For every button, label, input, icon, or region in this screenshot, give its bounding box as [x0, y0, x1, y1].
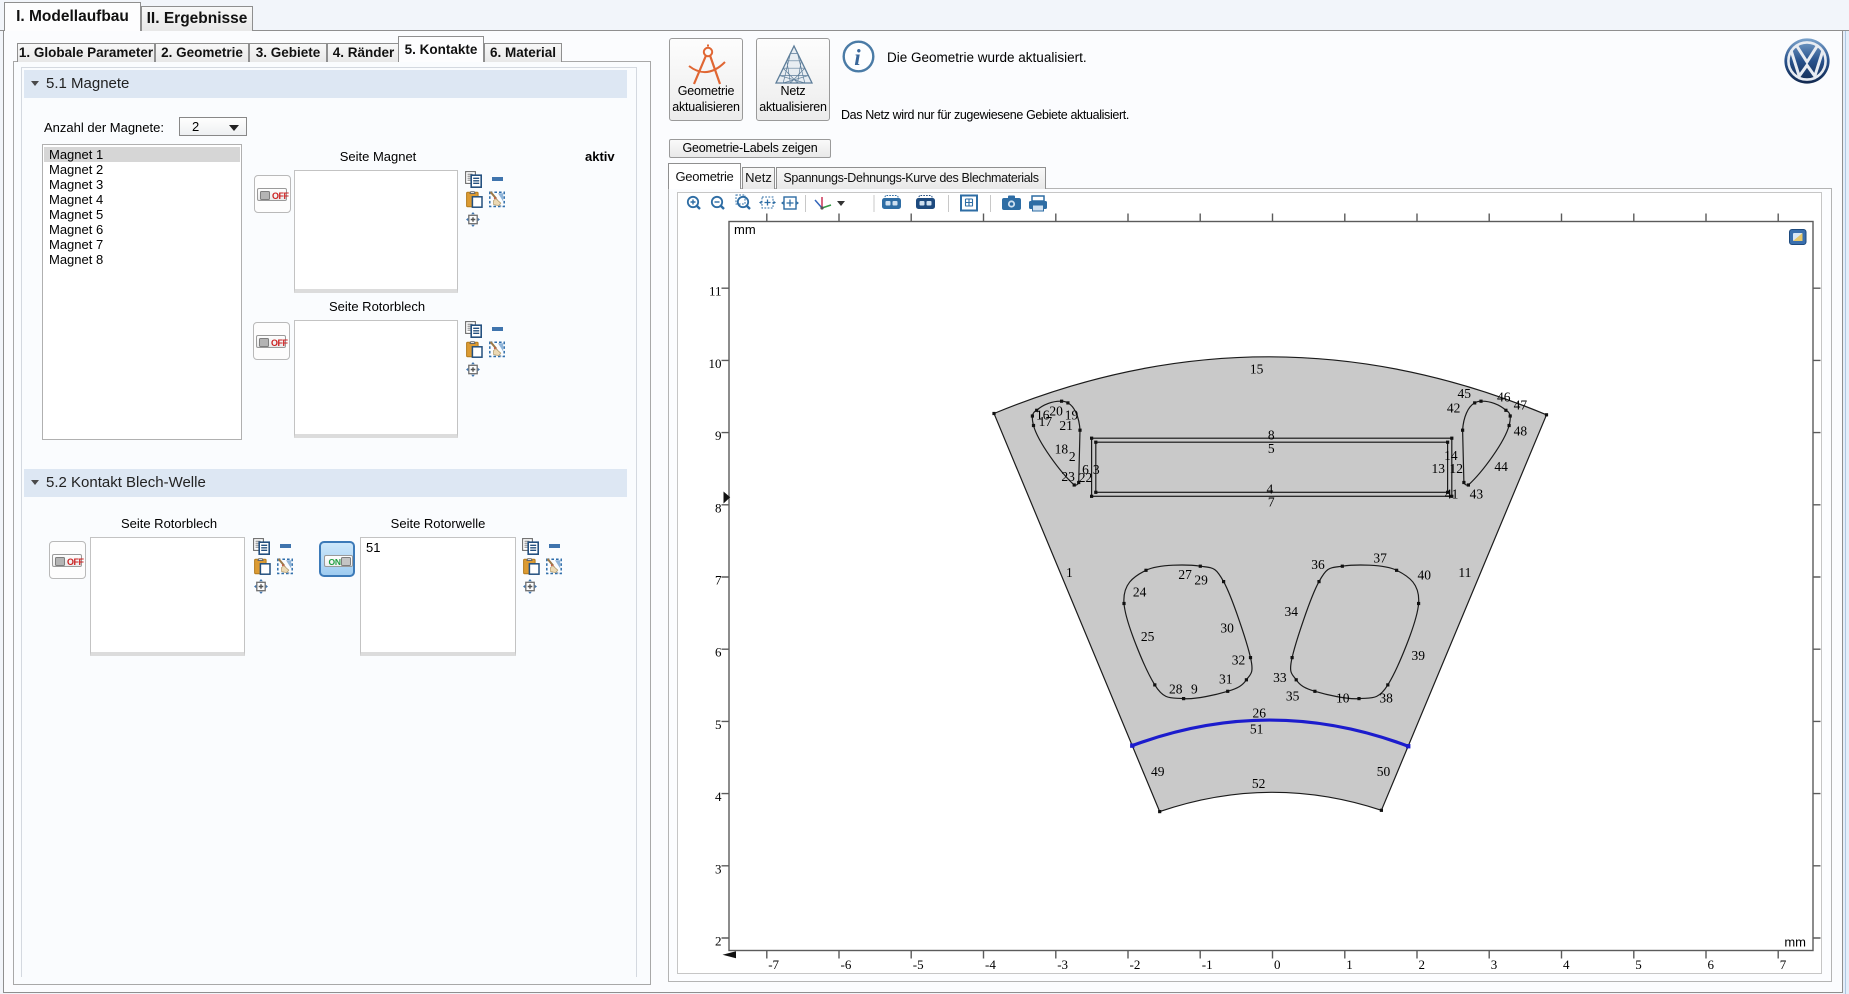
svg-text:2: 2	[715, 934, 722, 949]
svg-text:32: 32	[1232, 653, 1246, 668]
svg-text:12: 12	[1450, 461, 1464, 476]
svg-text:-3: -3	[1057, 957, 1068, 972]
svg-text:10: 10	[709, 356, 722, 371]
svg-text:1: 1	[1066, 565, 1073, 580]
svg-text:17: 17	[1039, 414, 1053, 429]
svg-text:15: 15	[1250, 361, 1264, 376]
svg-text:44: 44	[1494, 459, 1508, 474]
svg-text:26: 26	[1252, 705, 1266, 720]
svg-text:18: 18	[1055, 442, 1069, 457]
svg-text:13: 13	[1432, 461, 1446, 476]
svg-text:41: 41	[1445, 486, 1459, 501]
svg-text:-4: -4	[985, 957, 996, 972]
svg-text:7: 7	[715, 573, 722, 588]
svg-text:mm: mm	[1784, 935, 1806, 950]
svg-text:23: 23	[1061, 469, 1075, 484]
svg-text:48: 48	[1514, 424, 1528, 439]
svg-text:43: 43	[1470, 486, 1484, 501]
svg-text:36: 36	[1311, 557, 1325, 572]
svg-text:31: 31	[1219, 671, 1233, 686]
svg-text:4: 4	[1563, 957, 1570, 972]
svg-text:6: 6	[1708, 957, 1715, 972]
svg-text:25: 25	[1141, 629, 1155, 644]
svg-text:-7: -7	[768, 957, 779, 972]
svg-text:3: 3	[1491, 957, 1498, 972]
svg-text:27: 27	[1178, 567, 1192, 582]
svg-text:10: 10	[1336, 691, 1350, 706]
svg-text:38: 38	[1379, 691, 1393, 706]
svg-text:24: 24	[1133, 585, 1147, 600]
svg-text:5: 5	[1268, 441, 1275, 456]
svg-text:-1: -1	[1202, 957, 1213, 972]
svg-text:-6: -6	[841, 957, 852, 972]
svg-text:3: 3	[715, 861, 722, 876]
svg-text:mm: mm	[734, 222, 756, 237]
svg-text:37: 37	[1373, 550, 1387, 565]
svg-text:21: 21	[1059, 418, 1073, 433]
svg-text:7: 7	[1780, 957, 1787, 972]
svg-text:1: 1	[1346, 957, 1353, 972]
svg-text:39: 39	[1411, 648, 1425, 663]
svg-text:30: 30	[1220, 621, 1234, 636]
svg-text:3: 3	[1093, 462, 1100, 477]
svg-text:5: 5	[715, 717, 722, 732]
svg-text:29: 29	[1194, 572, 1208, 587]
svg-text:11: 11	[1458, 565, 1471, 580]
svg-text:-5: -5	[913, 957, 924, 972]
svg-text:50: 50	[1377, 764, 1391, 779]
svg-text:5: 5	[1635, 957, 1642, 972]
svg-text:34: 34	[1285, 604, 1299, 619]
svg-text:40: 40	[1417, 568, 1431, 583]
svg-text:51: 51	[1250, 721, 1264, 736]
svg-text:33: 33	[1273, 670, 1287, 685]
svg-text:52: 52	[1252, 776, 1266, 791]
svg-text:i: i	[854, 45, 861, 70]
svg-text:9: 9	[1191, 681, 1198, 696]
svg-text:42: 42	[1447, 401, 1461, 416]
svg-text:49: 49	[1151, 764, 1165, 779]
svg-text:22: 22	[1079, 470, 1093, 485]
svg-text:35: 35	[1286, 689, 1300, 704]
svg-text:45: 45	[1458, 386, 1472, 401]
svg-text:47: 47	[1514, 397, 1528, 412]
svg-text:-2: -2	[1130, 957, 1141, 972]
svg-text:2: 2	[1419, 957, 1426, 972]
svg-text:11: 11	[709, 284, 722, 299]
svg-text:2: 2	[1069, 449, 1076, 464]
svg-text:6: 6	[715, 645, 722, 660]
svg-text:7: 7	[1268, 494, 1275, 509]
svg-text:28: 28	[1169, 681, 1183, 696]
svg-text:8: 8	[715, 500, 722, 515]
svg-text:4: 4	[715, 789, 722, 804]
svg-text:0: 0	[1274, 957, 1281, 972]
svg-text:9: 9	[715, 428, 722, 443]
svg-text:46: 46	[1497, 389, 1511, 404]
